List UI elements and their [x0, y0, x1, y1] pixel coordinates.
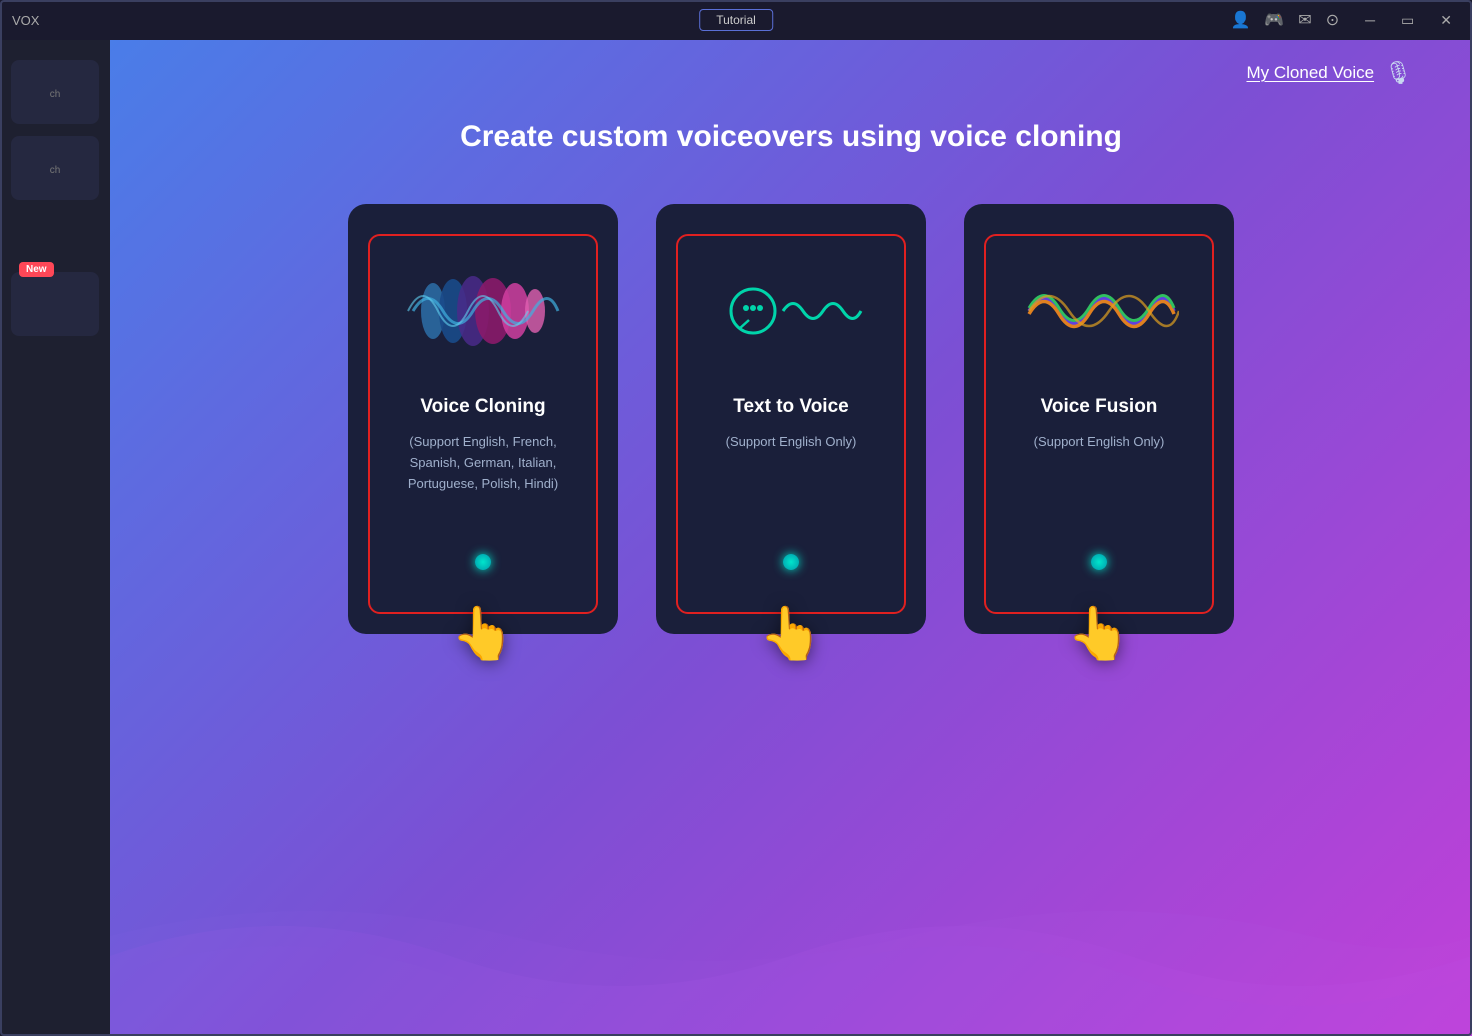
cursor-dot-2 [783, 554, 799, 570]
tutorial-button[interactable]: Tutorial [699, 9, 773, 31]
bottom-waves [110, 876, 1472, 1036]
text-to-voice-icon [711, 276, 871, 346]
top-right-area: My Cloned Voice 🎙 [1246, 60, 1412, 86]
sidebar-label-2: ch [50, 165, 61, 176]
voice-fusion-icon-area [1019, 266, 1179, 356]
maximize-button[interactable]: ▭ [1397, 12, 1418, 29]
sidebar-label-1: ch [50, 89, 61, 100]
cursor-dot-3 [1091, 554, 1107, 570]
titlebar-icons: 👤 🎮 ✉ ⊙ ─ ▭ ✕ [1230, 10, 1472, 30]
minimize-button[interactable]: ─ [1361, 12, 1379, 29]
voice-fusion-icon [1019, 276, 1179, 346]
user-icon[interactable]: 👤 [1230, 10, 1250, 30]
voice-fusion-inner: Voice Fusion (Support English Only) [984, 234, 1214, 614]
microphone-icon[interactable]: 🎙 [1384, 60, 1412, 86]
voice-cloning-icon-area [403, 266, 563, 356]
text-to-voice-subtitle: (Support English Only) [726, 432, 857, 453]
new-badge: New [19, 262, 54, 277]
voice-cloning-subtitle: (Support English, French, Spanish, Germa… [386, 432, 580, 494]
close-button[interactable]: ✕ [1436, 12, 1456, 29]
app-logo: VOX [0, 13, 51, 28]
sidebar-item-new[interactable]: New [11, 272, 99, 336]
voice-waveform-icon [403, 276, 563, 346]
cards-container: Voice Cloning (Support English, French, … [110, 204, 1472, 634]
main-heading: Create custom voiceovers using voice clo… [110, 120, 1472, 154]
settings-icon[interactable]: ⊙ [1326, 10, 1339, 30]
main-content: My Cloned Voice 🎙 Create custom voiceove… [110, 40, 1472, 1036]
text-to-voice-inner: Text to Voice (Support English Only) [676, 234, 906, 614]
cursor-dot-1 [475, 554, 491, 570]
voice-cloning-title: Voice Cloning [420, 396, 545, 418]
voice-cloning-inner: Voice Cloning (Support English, French, … [368, 234, 598, 614]
sidebar-item-2[interactable]: ch [11, 136, 99, 200]
sidebar: ch ch New [0, 40, 110, 1036]
mail-icon[interactable]: ✉ [1298, 10, 1311, 30]
voice-fusion-subtitle: (Support English Only) [1034, 432, 1165, 453]
window-controls: ─ ▭ ✕ [1361, 12, 1456, 29]
text-to-voice-icon-area [711, 266, 871, 356]
voice-cloning-card[interactable]: Voice Cloning (Support English, French, … [348, 204, 618, 634]
text-to-voice-card[interactable]: Text to Voice (Support English Only) 👆 [656, 204, 926, 634]
voice-fusion-title: Voice Fusion [1041, 396, 1158, 418]
titlebar: VOX Tutorial 👤 🎮 ✉ ⊙ ─ ▭ ✕ [0, 0, 1472, 40]
text-to-voice-title: Text to Voice [733, 396, 848, 418]
sidebar-item-1[interactable]: ch [11, 60, 99, 124]
gamepad-icon[interactable]: 🎮 [1264, 10, 1284, 30]
voice-fusion-card[interactable]: Voice Fusion (Support English Only) 👆 [964, 204, 1234, 634]
cloned-voice-link[interactable]: My Cloned Voice [1246, 63, 1374, 83]
